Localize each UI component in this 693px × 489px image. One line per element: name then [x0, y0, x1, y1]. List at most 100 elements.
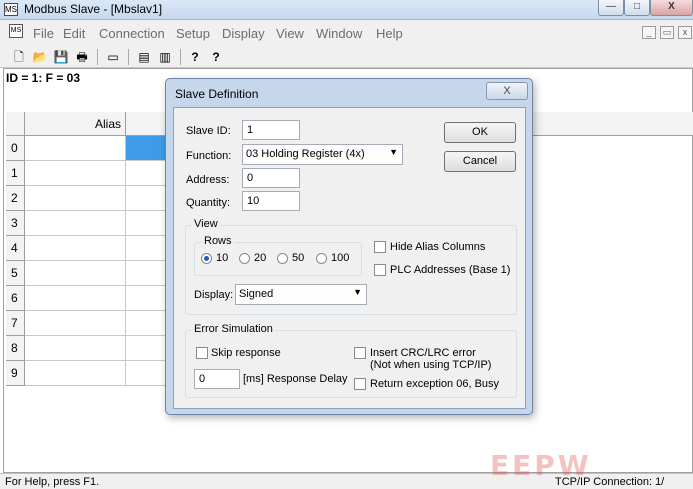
quantity-field[interactable]: 10 — [242, 191, 300, 211]
maximize-button[interactable]: □ — [624, 0, 650, 16]
rows-100-label: 100 — [331, 252, 350, 264]
row-number[interactable]: 6 — [6, 286, 25, 311]
rows-50-radio[interactable] — [277, 253, 288, 264]
insert-crc-note: (Not when using TCP/IP) — [370, 359, 492, 371]
data-log-icon[interactable]: ▤ — [135, 48, 153, 66]
mdi-close-button[interactable]: x — [678, 26, 692, 39]
hide-alias-label: Hide Alias Columns — [390, 241, 486, 253]
toolbar: 🗋 📂 💾 🖶 ▭ ▤ ▥ ? ? — [0, 46, 693, 68]
menu-bar: MS File Edit Connection Setup Display Vi… — [0, 20, 693, 46]
row-number[interactable]: 1 — [6, 161, 25, 186]
return-exception-label: Return exception 06, Busy — [370, 378, 500, 390]
toolbar-separator — [180, 49, 181, 65]
error-simulation-title: Error Simulation — [192, 323, 275, 335]
row-number[interactable]: 5 — [6, 261, 25, 286]
menu-view[interactable]: View — [276, 26, 304, 41]
dialog-close-button[interactable]: X — [486, 82, 528, 100]
display-select-value: Signed — [239, 288, 274, 300]
rows-10-label: 10 — [216, 252, 229, 264]
menu-file[interactable]: File — [33, 26, 54, 41]
app-icon: MS — [4, 3, 18, 16]
alias-cell[interactable] — [25, 336, 126, 361]
rows-10-radio[interactable] — [201, 253, 212, 264]
mdi-minimize-button[interactable]: _ — [642, 26, 656, 39]
new-document-icon[interactable]: 🗋 — [10, 48, 28, 66]
slave-definition-dialog: Slave Definition X Slave ID: 1 Function:… — [165, 78, 533, 415]
response-delay-field[interactable]: 0 — [194, 369, 240, 389]
menu-setup[interactable]: Setup — [176, 26, 210, 41]
row-number[interactable]: 8 — [6, 336, 25, 361]
row-number[interactable]: 9 — [6, 361, 25, 386]
insert-crc-label: Insert CRC/LRC error — [370, 347, 476, 359]
return-exception-checkbox[interactable] — [354, 378, 366, 390]
row-number[interactable]: 7 — [6, 311, 25, 336]
alias-cell[interactable] — [25, 186, 126, 211]
eepw-watermark: EEPW — [490, 449, 592, 482]
document-icon[interactable]: MS — [9, 24, 23, 38]
row-number[interactable]: 4 — [6, 236, 25, 261]
rows-20-label: 20 — [254, 252, 267, 264]
alias-column-header[interactable]: Alias — [25, 112, 126, 136]
address-label: Address: — [186, 174, 230, 186]
response-delay-label: [ms] Response Delay — [243, 373, 348, 385]
plc-addresses-checkbox[interactable] — [374, 264, 386, 276]
menu-display[interactable]: Display — [222, 26, 265, 41]
alias-cell[interactable] — [25, 286, 126, 311]
row-number[interactable]: 0 — [6, 136, 25, 161]
menu-help[interactable]: Help — [376, 26, 403, 41]
menu-window[interactable]: Window — [316, 26, 362, 41]
quantity-label: Quantity: — [186, 197, 231, 209]
open-folder-icon[interactable]: 📂 — [31, 48, 49, 66]
alias-cell[interactable] — [25, 261, 126, 286]
chevron-down-icon: ▼ — [389, 147, 398, 157]
window-icon[interactable]: ▭ — [104, 48, 122, 66]
alias-cell[interactable] — [25, 236, 126, 261]
about-icon[interactable]: ? — [186, 48, 204, 66]
rows-50-label: 50 — [292, 252, 305, 264]
function-select-value: 03 Holding Register (4x) — [246, 148, 365, 160]
toolbar-separator — [97, 49, 98, 65]
grid-corner — [6, 112, 25, 136]
title-bar: MS Modbus Slave - [Mbslav1] — □ X — [0, 0, 693, 20]
alias-cell[interactable] — [25, 211, 126, 236]
close-button[interactable]: X — [650, 0, 693, 16]
menu-edit[interactable]: Edit — [63, 26, 85, 41]
print-icon[interactable]: 🖶 — [73, 48, 91, 66]
ok-button[interactable]: OK — [444, 122, 516, 143]
skip-response-label: Skip response — [211, 347, 281, 359]
function-label: Function: — [186, 150, 232, 162]
alias-cell[interactable] — [25, 136, 126, 161]
display-select[interactable]: Signed ▼ — [235, 284, 367, 305]
window-title: Modbus Slave - [Mbslav1] — [24, 2, 163, 16]
slave-id-label: Slave ID: — [186, 125, 231, 137]
menu-connection[interactable]: Connection — [99, 26, 165, 41]
save-icon[interactable]: 💾 — [52, 48, 70, 66]
display-label: Display: — [194, 289, 234, 301]
slave-id-field[interactable]: 1 — [242, 120, 300, 140]
toolbar-separator — [128, 49, 129, 65]
minimize-button[interactable]: — — [598, 0, 624, 16]
mdi-restore-button[interactable]: ▭ — [660, 26, 674, 39]
hide-alias-checkbox[interactable] — [374, 241, 386, 253]
dialog-title: Slave Definition — [175, 87, 259, 101]
cancel-button[interactable]: Cancel — [444, 151, 516, 172]
status-help-text: For Help, press F1. — [5, 476, 100, 488]
insert-crc-checkbox[interactable] — [354, 347, 366, 359]
skip-response-checkbox[interactable] — [196, 347, 208, 359]
printer-preview-icon[interactable]: ▥ — [156, 48, 174, 66]
rows-group-title: Rows — [202, 235, 234, 247]
rows-20-radio[interactable] — [239, 253, 250, 264]
plc-addresses-label: PLC Addresses (Base 1) — [390, 264, 511, 276]
row-number[interactable]: 2 — [6, 186, 25, 211]
function-select[interactable]: 03 Holding Register (4x) ▼ — [242, 144, 403, 165]
context-help-icon[interactable]: ? — [207, 48, 225, 66]
view-group-title: View — [192, 218, 220, 230]
row-number[interactable]: 3 — [6, 211, 25, 236]
alias-cell[interactable] — [25, 361, 126, 386]
dialog-body: Slave ID: 1 Function: 03 Holding Registe… — [173, 107, 526, 409]
alias-cell[interactable] — [25, 161, 126, 186]
address-field[interactable]: 0 — [242, 168, 300, 188]
chevron-down-icon: ▼ — [353, 287, 362, 297]
rows-100-radio[interactable] — [316, 253, 327, 264]
alias-cell[interactable] — [25, 311, 126, 336]
